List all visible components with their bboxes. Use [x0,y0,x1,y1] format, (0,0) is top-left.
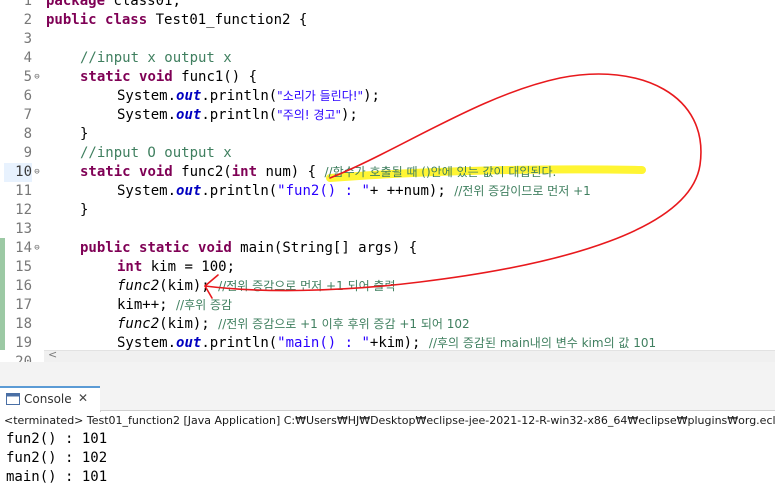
comment: //전위 증감으로 +1 이후 후위 증감 +1 되어 102 [218,317,470,331]
string-literal: "주의! 경고" [277,108,341,122]
comment: //input x output x [80,50,232,66]
keyword: class [105,12,148,28]
keyword: static [80,164,131,180]
code-line-17[interactable]: kim++; //후위 증감 [117,296,232,315]
code-line-11[interactable]: System.out.println("fun2() : "+ ++num); … [117,182,591,201]
console-process-description: <terminated> Test01_function2 [Java Appl… [4,414,775,427]
method-call: func2 [117,278,160,294]
console-output-line: fun2() : 101 [6,431,108,447]
close-icon[interactable]: ✕ [78,391,88,405]
code-line-5[interactable]: static void func1() { [80,68,257,87]
code-text: .println( [201,107,278,123]
code-line-10[interactable]: static void func2(int num) { //함수가 호출될 때… [80,163,556,182]
keyword: static [139,240,190,256]
keyword: package [46,0,106,9]
console-icon [6,393,20,405]
code-line-15[interactable]: int kim = 100; [117,258,235,277]
string-literal: "소리가 들린다!" [277,89,364,103]
keyword: int [117,259,143,275]
string-literal: "main() : " [277,335,370,351]
code-text: Test01_function2 { [147,12,308,28]
field-out: out [176,88,202,104]
comment: //함수가 호출될 때 ()안에 있는 값이 대입된다. [324,165,557,179]
field-out: out [176,335,202,351]
keyword: public [80,240,131,256]
code-text: main(String[] args) { [231,240,418,256]
code-text: kim = 100; [142,259,236,275]
comment: //전위 증감이므로 먼저 +1 [454,184,591,198]
comment: //input O output x [80,145,232,161]
code-line-8[interactable]: } [80,125,88,144]
code-text: num) { [257,164,325,180]
code-line-2[interactable]: public class Test01_function2 { [46,11,307,30]
string-literal: "fun2() : " [277,183,370,199]
console-output-line: fun2() : 102 [6,450,108,466]
console-output-line: main() : 101 [6,469,108,485]
code-text: .println( [201,335,278,351]
comment: //전위 증감으로 먼저 +1 되어 출력 [218,279,396,293]
code-text: (kim); [159,316,219,332]
method-call: func2 [117,316,160,332]
code-text: System. [117,107,177,123]
code-text: System. [117,183,177,199]
keyword: void [198,240,232,256]
code-line-4[interactable]: //input x output x [80,49,232,68]
code-text: } [80,202,89,218]
code-text: ); [363,88,380,104]
tab-console[interactable]: Console ✕ [0,386,101,412]
tab-label: Console [24,392,72,406]
keyword: void [139,69,173,85]
code-text: ); [341,107,358,123]
code-editor[interactable]: 1 2 3 4 5 ⊖ 6 7 8 9 10 ⊖ 11 12 13 14 ⊖ 1… [0,0,775,362]
code-line-9[interactable]: //input O output x [80,144,232,163]
panel-separator[interactable] [0,362,775,387]
comment: //후위 증감 [176,298,233,312]
code-line-14[interactable]: public static void main(String[] args) { [80,239,417,258]
code-line-16[interactable]: func2(kim); //전위 증감으로 먼저 +1 되어 출력 [117,277,396,296]
keyword: int [231,164,258,180]
code-text: .println( [201,183,278,199]
code-text: System. [117,335,177,351]
code-text: + ++num); [369,183,455,199]
keyword: public [46,12,97,28]
code-line-7[interactable]: System.out.println("주의! 경고"); [117,106,358,125]
tab-bar [100,386,775,411]
keyword: void [139,164,173,180]
code-line-18[interactable]: func2(kim); //전위 증감으로 +1 이후 후위 증감 +1 되어 … [117,315,470,334]
code-text: kim++; [117,297,177,313]
code-text: func2( [172,164,232,180]
code-text: .println( [201,88,278,104]
code-text: class01; [105,0,181,9]
comment: //후의 증감된 main내의 변수 kim의 값 101 [428,336,657,350]
code-text: System. [117,88,177,104]
code-line-12[interactable]: } [80,201,88,220]
code-text: +kim); [369,335,429,351]
code-text: } [80,126,89,142]
keyword: static [80,69,131,85]
field-out: out [176,107,202,123]
code-line-1[interactable]: package class01; [46,0,181,11]
code-text: func1() { [172,69,258,85]
code-text: (kim); [159,278,219,294]
field-out: out [176,183,202,199]
scroll-left-icon[interactable]: < [48,348,57,361]
horizontal-scrollbar[interactable]: < [44,348,775,362]
code-line-6[interactable]: System.out.println("소리가 들린다!"); [117,87,380,106]
